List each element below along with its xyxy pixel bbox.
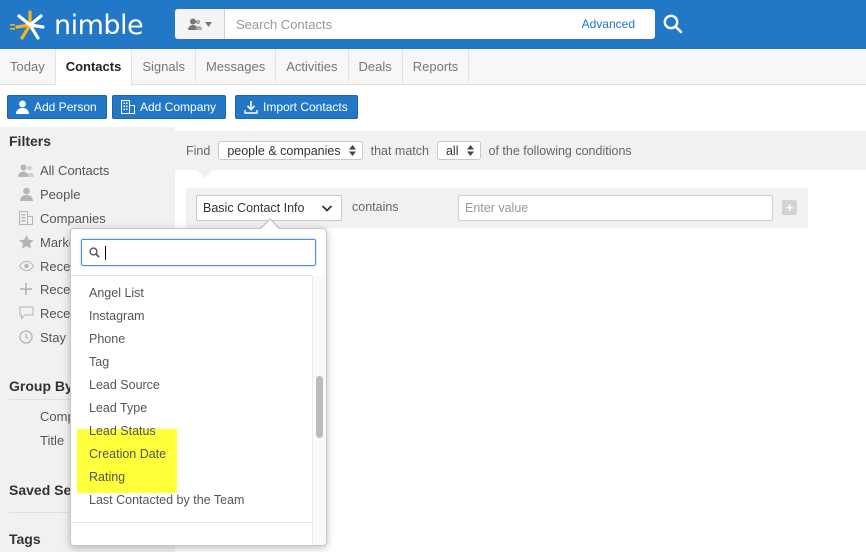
sidebar-item-marked[interactable]: Marke: [18, 232, 76, 252]
operator-label[interactable]: contains: [352, 200, 399, 214]
download-icon: [244, 101, 258, 114]
tab-signals[interactable]: Signals: [132, 49, 196, 85]
tab-today[interactable]: Today: [0, 49, 56, 85]
option-rating[interactable]: Rating: [89, 467, 125, 487]
find-label: Find: [186, 143, 211, 158]
sidebar-item-label: Companies: [40, 210, 106, 226]
app-logo[interactable]: nimble: [8, 8, 144, 42]
sidebar-item-label: People: [40, 186, 81, 202]
field-select-value: Basic Contact Info: [203, 201, 305, 215]
find-bar: Find people & companies that match all o…: [175, 131, 866, 170]
eye-icon: [18, 258, 34, 274]
divider: [71, 522, 312, 523]
top-bar: nimble Advanced: [0, 0, 866, 49]
filters-heading: Filters: [9, 133, 52, 149]
dropdown-search-input[interactable]: [111, 241, 315, 264]
action-toolbar: Add Person Add Company Import Contacts: [0, 85, 866, 127]
divider: [71, 275, 312, 276]
dropdown-search[interactable]: [81, 239, 316, 266]
option-lead-source[interactable]: Lead Source: [89, 375, 160, 395]
sidebar-item-label: Stay i: [40, 329, 73, 345]
group-by-title[interactable]: Title: [40, 433, 64, 448]
tab-messages[interactable]: Messages: [196, 49, 277, 85]
option-instagram[interactable]: Instagram: [89, 306, 145, 326]
text-cursor: [105, 245, 106, 260]
option-lead-status[interactable]: Lead Status: [89, 421, 156, 441]
add-person-label: Add Person: [34, 100, 97, 114]
person-icon: [18, 186, 34, 202]
sidebar-item-people[interactable]: People: [18, 184, 80, 204]
dropdown-scrollbar[interactable]: [312, 276, 326, 545]
conditions-label: of the following conditions: [488, 143, 632, 158]
sidebar-item-recently-added[interactable]: Recen: [18, 279, 78, 299]
contacts-icon: [18, 162, 34, 178]
that-match-label: that match: [370, 143, 429, 158]
option-angel-list[interactable]: Angel List: [89, 283, 144, 303]
building-icon: [18, 210, 34, 226]
match-select-value: all: [445, 143, 459, 158]
tags-heading: Tags: [9, 531, 41, 547]
nimble-logo-icon: [10, 10, 45, 40]
option-creation-date[interactable]: Creation Date: [89, 444, 166, 464]
entity-select-value: people & companies: [227, 143, 341, 158]
option-tag[interactable]: Tag: [89, 352, 109, 372]
select-arrows-icon: [348, 145, 356, 156]
add-company-button[interactable]: Add Company: [112, 95, 227, 119]
chevron-down-icon: [321, 205, 333, 212]
add-company-label: Add Company: [140, 100, 217, 114]
find-bar-pointer: [196, 169, 214, 178]
sidebar-item-label: All Contacts: [40, 162, 110, 178]
sidebar-item-stay-in-touch[interactable]: Stay i: [18, 327, 73, 347]
sidebar-item-recently-viewed[interactable]: Recen: [18, 256, 78, 276]
option-last-contacted[interactable]: Last Contacted by the Team: [89, 490, 244, 510]
comment-icon: [18, 305, 34, 321]
caret-down-icon: [204, 21, 212, 27]
option-phone[interactable]: Phone: [89, 329, 125, 349]
select-arrows-icon: [466, 145, 474, 156]
add-condition-button[interactable]: +: [782, 200, 797, 215]
tab-activities[interactable]: Activities: [276, 49, 349, 85]
import-contacts-label: Import Contacts: [263, 100, 348, 114]
star-icon: [18, 234, 34, 250]
tab-reports[interactable]: Reports: [403, 49, 470, 85]
app-name: nimble: [54, 9, 144, 41]
search-type-dropdown[interactable]: [175, 9, 225, 39]
plus-icon: [18, 281, 34, 297]
match-select[interactable]: all: [436, 141, 481, 160]
field-dropdown: Angel List Instagram Phone Tag Lead Sour…: [70, 228, 327, 546]
clock-icon: [18, 329, 34, 345]
saved-searches-heading: Saved Se: [9, 482, 72, 498]
sidebar-item-recently-contacted[interactable]: Recen: [18, 303, 78, 323]
tab-deals[interactable]: Deals: [349, 49, 403, 85]
sidebar-item-companies[interactable]: Companies: [18, 208, 106, 228]
option-lead-type[interactable]: Lead Type: [89, 398, 147, 418]
search-bar: Advanced: [175, 9, 655, 39]
building-icon: [121, 100, 135, 114]
search-input[interactable]: [225, 10, 582, 38]
dropdown-pointer-inner: [261, 220, 279, 229]
main-nav: Today Contacts Signals Messages Activiti…: [0, 49, 866, 86]
advanced-search-link[interactable]: Advanced: [582, 17, 655, 31]
group-by-heading: Group By: [9, 378, 73, 394]
scrollbar-thumb[interactable]: [316, 376, 323, 438]
import-contacts-button[interactable]: Import Contacts: [235, 95, 358, 119]
person-icon: [16, 100, 29, 114]
search-icon: [89, 247, 100, 258]
tab-contacts[interactable]: Contacts: [55, 49, 133, 86]
sidebar-item-all-contacts[interactable]: All Contacts: [18, 160, 109, 180]
search-icon[interactable]: [662, 13, 684, 35]
entity-select[interactable]: people & companies: [218, 141, 363, 160]
contacts-icon: [187, 18, 202, 30]
add-person-button[interactable]: Add Person: [7, 95, 107, 119]
condition-value-input[interactable]: [458, 195, 773, 221]
